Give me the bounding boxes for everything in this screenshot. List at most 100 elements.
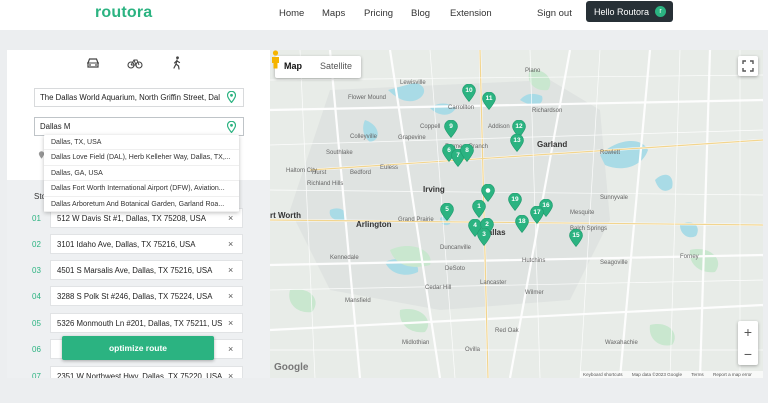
keyboard-shortcuts-link[interactable]: Keyboard shortcuts	[583, 372, 623, 377]
start-address-input[interactable]: The Dallas World Aquarium, North Griffin…	[34, 88, 244, 107]
marker-number: 13	[513, 137, 521, 144]
zoom-out-button[interactable]: −	[738, 343, 758, 365]
remove-stop-button[interactable]: ×	[228, 344, 233, 354]
suggestion-item[interactable]: Dallas, TX, USA	[44, 135, 239, 151]
route-marker[interactable]: 8	[460, 144, 474, 162]
stop-row: 02 3101 Idaho Ave, Dallas, TX 75216, USA…	[7, 234, 270, 254]
city-label: Lancaster	[480, 280, 507, 286]
nav-extension-link[interactable]: Extension	[450, 8, 492, 19]
terms-link[interactable]: Terms	[691, 372, 704, 377]
city-label: Bedford	[350, 170, 372, 176]
stop-number: 06	[32, 345, 41, 354]
remove-stop-button[interactable]: ×	[228, 213, 233, 223]
suggestion-item[interactable]: Dallas Arboretum And Botanical Garden, G…	[44, 197, 239, 212]
marker-number: 18	[518, 218, 526, 225]
stop-number: 07	[32, 372, 41, 378]
route-marker[interactable]: 9	[444, 120, 458, 138]
suggestion-item[interactable]: Dallas Love Field (DAL), Herb Kelleher W…	[44, 150, 239, 166]
start-location-marker[interactable]	[481, 184, 495, 202]
map-data-attribution: Map data ©2023 Google	[631, 372, 682, 377]
city-label: Grapevine	[398, 135, 426, 141]
sign-out-link[interactable]: Sign out	[537, 8, 572, 19]
avatar: r	[655, 6, 666, 17]
stop-address-input[interactable]: 2351 W Northwest Hwy, Dallas, TX 75220, …	[50, 366, 243, 378]
route-marker[interactable]: 18	[515, 215, 529, 233]
city-label: Arlington	[356, 220, 392, 229]
city-label: Kennedale	[330, 255, 359, 261]
marker-number: 3	[482, 231, 486, 238]
suggestion-item[interactable]: Dallas, GA, USA	[44, 166, 239, 182]
car-icon[interactable]	[85, 56, 101, 70]
city-label: Red Oak	[495, 328, 519, 334]
city-label: Wilmer	[525, 290, 544, 296]
nav-blog-link[interactable]: Blog	[411, 8, 430, 19]
nav-pricing-link[interactable]: Pricing	[364, 8, 393, 19]
stop-address-input[interactable]: 5326 Monmouth Ln #201, Dallas, TX 75211,…	[50, 313, 243, 333]
city-label: Addison	[488, 124, 510, 130]
route-marker[interactable]: 19	[508, 193, 522, 211]
remove-stop-button[interactable]: ×	[228, 239, 233, 249]
stop-address-input[interactable]: 4501 S Marsalis Ave, Dallas, TX 75216, U…	[50, 260, 243, 280]
end-address-input[interactable]: Dallas M	[34, 117, 244, 136]
nav-maps-link[interactable]: Maps	[322, 8, 345, 19]
city-label: Rowlett	[600, 150, 621, 156]
account-button[interactable]: Hello Routora r	[586, 1, 673, 22]
route-marker[interactable]: 11	[482, 92, 496, 110]
city-label: Midlothian	[402, 340, 430, 346]
suggestion-item[interactable]: Dallas Fort Worth International Airport …	[44, 181, 239, 197]
city-label: Coppell	[420, 124, 441, 130]
stop-address-input[interactable]: 3288 S Polk St #246, Dallas, TX 75224, U…	[50, 286, 243, 306]
remove-stop-button[interactable]: ×	[228, 291, 233, 301]
marker-number: 2	[485, 221, 489, 228]
marker-number: 19	[511, 196, 519, 203]
city-label: Waxahachie	[605, 340, 638, 346]
city-label: Mansfield	[345, 298, 371, 304]
stop-number: 05	[32, 319, 41, 328]
marker-number: 8	[465, 147, 469, 154]
address-suggestions-dropdown: Dallas, TX, USA Dallas Love Field (DAL),…	[44, 135, 239, 212]
zoom-control: + −	[738, 321, 758, 365]
stop-number: 02	[32, 240, 41, 249]
location-pin-icon	[227, 121, 236, 133]
zoom-in-button[interactable]: +	[738, 321, 758, 343]
optimize-route-button[interactable]: optimize route	[62, 336, 214, 360]
google-logo: Google	[274, 362, 309, 373]
bike-icon[interactable]	[127, 56, 143, 70]
routora-logo[interactable]: routora	[95, 4, 152, 22]
remove-stop-button[interactable]: ×	[228, 318, 233, 328]
marker-number: 15	[572, 232, 580, 239]
route-marker[interactable]: 15	[569, 229, 583, 247]
marker-number: 17	[533, 209, 541, 216]
city-label: Carrollton	[448, 105, 475, 111]
map-type-satellite-button[interactable]: Satellite	[311, 56, 361, 78]
map-view[interactable]: Lewisville Plano Richardson Flower Mound…	[270, 50, 763, 378]
route-marker[interactable]: 17	[530, 206, 544, 224]
stop-address-input[interactable]: 3101 Idaho Ave, Dallas, TX 75216, USA	[50, 234, 243, 254]
remove-stop-button[interactable]: ×	[228, 265, 233, 275]
city-label: Grand Prairie	[398, 217, 434, 223]
report-map-error-link[interactable]: Report a map error	[713, 372, 752, 377]
route-planner-card: The Dallas World Aquarium, North Griffin…	[7, 50, 763, 378]
marker-number: 10	[465, 87, 473, 94]
walk-icon[interactable]	[169, 56, 185, 70]
city-label: Haltom City	[286, 168, 318, 174]
city-label: Lewisville	[400, 80, 426, 86]
city-label: Irving	[423, 185, 445, 194]
city-label: Seagoville	[600, 260, 628, 266]
street-view-pegman-icon[interactable]	[270, 50, 281, 69]
remove-stop-button[interactable]: ×	[228, 371, 233, 378]
stop-row: 05 5326 Monmouth Ln #201, Dallas, TX 752…	[7, 313, 270, 333]
route-marker[interactable]: 5	[440, 203, 454, 221]
nav-home-link[interactable]: Home	[279, 8, 304, 19]
route-marker[interactable]: 10	[462, 84, 476, 102]
marker-number: 1	[477, 203, 481, 210]
route-marker[interactable]: 1	[472, 200, 486, 218]
fullscreen-button[interactable]	[738, 56, 758, 76]
route-marker[interactable]: 13	[510, 134, 524, 152]
city-label: Duncanville	[440, 245, 472, 251]
city-label: Euless	[380, 165, 399, 171]
route-marker[interactable]: 3	[477, 228, 491, 246]
city-label: rt Worth	[270, 211, 301, 220]
marker-number: 12	[515, 123, 523, 130]
city-label: Sunnyvale	[600, 195, 629, 201]
